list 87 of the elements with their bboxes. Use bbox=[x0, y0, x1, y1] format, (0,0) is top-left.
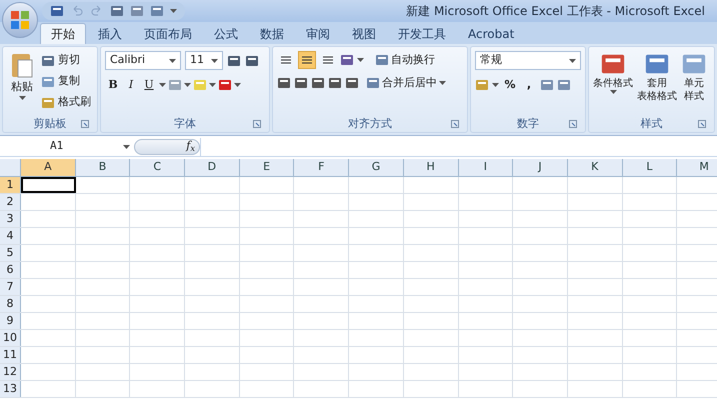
group-label: 字体 bbox=[174, 116, 196, 132]
dialog-launcher-icon[interactable] bbox=[569, 120, 577, 128]
caret-icon bbox=[439, 81, 446, 86]
group-label: 对齐方式 bbox=[348, 116, 392, 132]
column-header[interactable]: E bbox=[240, 159, 294, 176]
caret-icon bbox=[610, 90, 616, 94]
caret-icon bbox=[209, 83, 216, 87]
caret-icon bbox=[18, 96, 26, 100]
row-header[interactable]: 13 bbox=[0, 381, 21, 397]
caret-icon bbox=[234, 83, 241, 87]
row-header[interactable]: 10 bbox=[0, 330, 21, 346]
ribbon-tab[interactable]: 开发工具 bbox=[388, 23, 456, 44]
window-title: 新建 Microsoft Office Excel 工作表 - Microsoft Excel bbox=[406, 3, 705, 20]
number-style-button[interactable]: % bbox=[502, 76, 518, 94]
ribbon-tab[interactable]: 审阅 bbox=[296, 23, 340, 44]
wrap-text-button[interactable]: 自动换行 bbox=[375, 52, 435, 68]
clipboard-action[interactable]: 格式刷 bbox=[41, 93, 91, 112]
dialog-launcher-icon[interactable] bbox=[451, 120, 459, 128]
caret-icon bbox=[357, 58, 364, 62]
row-header[interactable]: 2 bbox=[0, 194, 21, 210]
row-header[interactable]: 5 bbox=[0, 245, 21, 261]
column-header[interactable]: L bbox=[622, 159, 678, 176]
active-cell[interactable] bbox=[21, 177, 76, 193]
row-header[interactable]: 11 bbox=[0, 347, 21, 363]
caret-icon bbox=[169, 58, 176, 62]
column-header[interactable]: H bbox=[404, 159, 458, 176]
font-style-button[interactable]: B bbox=[105, 76, 121, 94]
formula-button[interactable]: f$_{x}$ bbox=[134, 138, 200, 154]
ribbon-tab[interactable]: 数据 bbox=[250, 23, 294, 44]
style-gallery-button[interactable]: 单元 样式 bbox=[681, 51, 707, 103]
vertical-align-button[interactable] bbox=[298, 51, 316, 69]
row-header[interactable]: 3 bbox=[0, 211, 21, 227]
caret-icon bbox=[492, 83, 499, 87]
column-header[interactable]: G bbox=[349, 159, 404, 176]
caret-icon bbox=[184, 83, 191, 87]
row-header[interactable]: 8 bbox=[0, 296, 21, 312]
row-header[interactable]: 1 bbox=[0, 177, 21, 193]
column-header[interactable]: C bbox=[130, 159, 186, 176]
group-label: 剪贴板 bbox=[34, 116, 66, 132]
office-logo-icon bbox=[10, 10, 30, 30]
font-style-button[interactable]: U bbox=[141, 76, 157, 94]
column-header[interactable]: B bbox=[76, 159, 130, 176]
group-label: 样式 bbox=[640, 116, 662, 132]
caret-icon bbox=[170, 9, 177, 13]
clipboard-action[interactable]: 复制 bbox=[41, 72, 91, 91]
number-style-button[interactable]: , bbox=[521, 76, 537, 94]
column-header[interactable]: F bbox=[294, 159, 350, 176]
merge-center-button[interactable]: 合并后居中 bbox=[366, 75, 446, 92]
group-label: 数字 bbox=[517, 116, 539, 132]
row-header[interactable]: 12 bbox=[0, 364, 21, 380]
clipboard-icon bbox=[10, 51, 34, 79]
align-icon bbox=[322, 55, 334, 65]
row-header[interactable]: 6 bbox=[0, 262, 21, 278]
row-header[interactable]: 7 bbox=[0, 279, 21, 295]
style-gallery-button[interactable]: 套用 表格格式 bbox=[637, 51, 677, 103]
ribbon-tab[interactable]: 插入 bbox=[88, 23, 132, 44]
caret-icon bbox=[159, 83, 166, 87]
column-header[interactable]: K bbox=[568, 159, 623, 176]
row-header[interactable]: 9 bbox=[0, 313, 21, 329]
column-header[interactable]: J bbox=[513, 159, 568, 176]
column-header[interactable]: I bbox=[458, 159, 514, 176]
ribbon-tab[interactable]: Acrobat bbox=[458, 23, 524, 44]
name-box[interactable]: A1 bbox=[0, 138, 134, 156]
dialog-launcher-icon[interactable] bbox=[81, 120, 89, 128]
column-header[interactable]: A bbox=[21, 159, 76, 176]
dialog-launcher-icon[interactable] bbox=[253, 120, 261, 128]
column-header[interactable]: M bbox=[677, 159, 717, 176]
align-icon bbox=[280, 55, 292, 65]
font-name-field[interactable]: Calibri bbox=[105, 51, 181, 70]
office-button[interactable] bbox=[2, 2, 38, 38]
ribbon-tab[interactable]: 视图 bbox=[342, 23, 386, 44]
caret-icon bbox=[123, 144, 130, 148]
font-size-field[interactable]: 11 bbox=[185, 51, 223, 70]
caret-icon bbox=[211, 58, 218, 62]
row-header[interactable]: 4 bbox=[0, 228, 21, 244]
ribbon-tab[interactable]: 公式 bbox=[204, 23, 248, 44]
number-format-field[interactable]: 常规 bbox=[475, 51, 581, 70]
ribbon-tab[interactable]: 页面布局 bbox=[134, 23, 202, 44]
ribbon-tab[interactable]: 开始 bbox=[40, 23, 86, 44]
dialog-launcher-icon[interactable] bbox=[698, 120, 706, 128]
caret-icon bbox=[569, 58, 576, 62]
paste-button[interactable]: 粘贴 bbox=[7, 51, 37, 112]
align-icon bbox=[301, 55, 313, 65]
font-style-button[interactable]: I bbox=[123, 76, 139, 94]
style-gallery-button[interactable]: 条件格式 bbox=[593, 51, 633, 103]
column-header[interactable]: D bbox=[185, 159, 240, 176]
clipboard-action[interactable]: 剪切 bbox=[41, 51, 91, 70]
